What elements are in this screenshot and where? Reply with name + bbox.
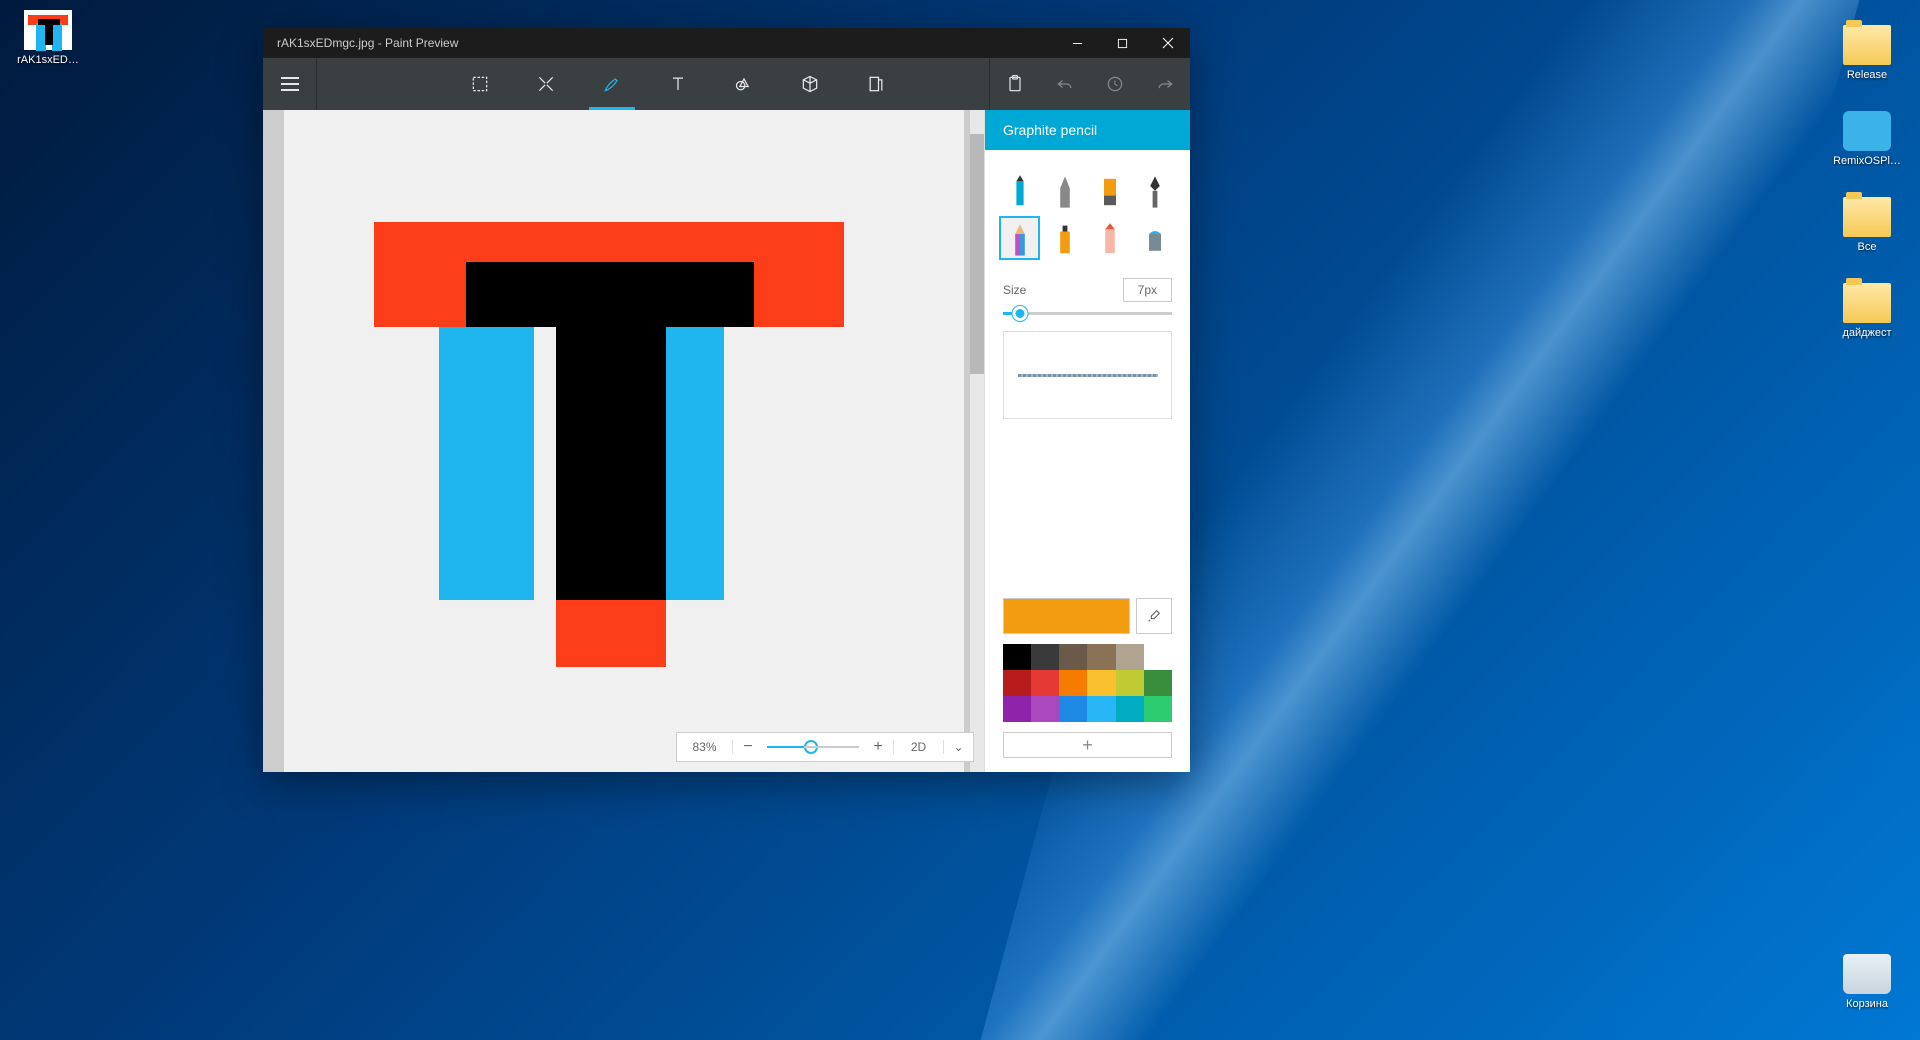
brush-eraser[interactable] xyxy=(1090,168,1131,212)
zoom-bar: 83% − + 2D ⌄ xyxy=(676,732,974,762)
desktop-file-label: rAK1sxED… xyxy=(17,54,79,66)
maximize-button[interactable] xyxy=(1100,28,1145,58)
palette-swatch[interactable] xyxy=(1059,696,1087,722)
size-label: Size xyxy=(1003,283,1123,297)
app-icon xyxy=(1843,111,1891,151)
tool-brush[interactable] xyxy=(579,58,645,110)
brush-grid xyxy=(985,150,1190,268)
artwork xyxy=(374,222,844,667)
tool-text[interactable] xyxy=(645,58,711,110)
eyedropper-button[interactable] xyxy=(1136,598,1172,634)
palette-swatch[interactable] xyxy=(1003,644,1031,670)
current-color-row xyxy=(985,598,1190,644)
window-controls xyxy=(1055,28,1190,58)
paste-button[interactable] xyxy=(990,58,1040,110)
color-palette xyxy=(1003,644,1172,722)
hamburger-icon xyxy=(281,83,299,85)
window-title: rAK1sxEDmgc.jpg - Paint Preview xyxy=(263,36,1055,50)
desktop-icon-release[interactable]: Release xyxy=(1829,25,1905,81)
brush-pencil[interactable] xyxy=(999,216,1040,260)
palette-swatch[interactable] xyxy=(1087,696,1115,722)
vertical-scrollbar[interactable] xyxy=(970,110,984,772)
zoom-value: 83% xyxy=(677,740,733,754)
palette-swatch[interactable] xyxy=(1144,644,1172,670)
titlebar[interactable]: rAK1sxEDmgc.jpg - Paint Preview xyxy=(263,28,1190,58)
thumbnail-icon xyxy=(24,10,72,50)
size-row: Size 7px xyxy=(985,268,1190,308)
palette-swatch[interactable] xyxy=(1031,696,1059,722)
redo-button[interactable] xyxy=(1140,58,1190,110)
palette-swatch[interactable] xyxy=(1116,670,1144,696)
palette-swatch[interactable] xyxy=(1087,670,1115,696)
desktop-icon-recyclebin[interactable]: Корзина xyxy=(1829,954,1905,1010)
preview-stroke xyxy=(1018,374,1158,377)
main-toolbar xyxy=(263,58,1190,110)
palette-swatch[interactable] xyxy=(1116,696,1144,722)
brush-marker[interactable] xyxy=(999,168,1040,212)
desktop-icon-digest[interactable]: дайджест xyxy=(1829,283,1905,339)
brush-calligraphy[interactable] xyxy=(1135,168,1176,212)
tool-select[interactable] xyxy=(447,58,513,110)
palette-swatch[interactable] xyxy=(1087,644,1115,670)
view-mode-dropdown[interactable]: ⌄ xyxy=(943,740,973,754)
palette-swatch[interactable] xyxy=(1003,696,1031,722)
palette-swatch[interactable] xyxy=(1144,670,1172,696)
panel-header: Graphite pencil xyxy=(985,110,1190,150)
close-button[interactable] xyxy=(1145,28,1190,58)
canvas-viewport[interactable] xyxy=(263,110,984,772)
menu-button[interactable] xyxy=(263,58,317,110)
zoom-in-button[interactable]: + xyxy=(863,738,893,756)
palette-swatch[interactable] xyxy=(1031,644,1059,670)
tool-3d[interactable] xyxy=(777,58,843,110)
current-color-swatch[interactable] xyxy=(1003,598,1130,634)
palette-swatch[interactable] xyxy=(1059,644,1087,670)
tool-stickers[interactable] xyxy=(843,58,909,110)
paint-preview-window: rAK1sxEDmgc.jpg - Paint Preview xyxy=(263,28,1190,772)
brush-spray[interactable] xyxy=(1044,216,1085,260)
canvas[interactable] xyxy=(284,110,964,772)
tool-shapes[interactable] xyxy=(711,58,777,110)
palette-swatch[interactable] xyxy=(1059,670,1087,696)
desktop-icons-right: Release RemixOSPl… Все дайджест xyxy=(1829,25,1905,339)
size-slider[interactable] xyxy=(985,308,1190,331)
tool-crop[interactable] xyxy=(513,58,579,110)
brush-panel: Graphite pencil Size 7px xyxy=(984,110,1190,772)
minimize-button[interactable] xyxy=(1055,28,1100,58)
brush-preview xyxy=(1003,331,1172,419)
palette-swatch[interactable] xyxy=(1144,696,1172,722)
undo-button[interactable] xyxy=(1040,58,1090,110)
canvas-area: 83% − + 2D ⌄ xyxy=(263,110,984,772)
desktop-icons-bottom: Корзина xyxy=(1829,954,1905,1010)
palette-swatch[interactable] xyxy=(1003,670,1031,696)
desktop-icon-remixos[interactable]: RemixOSPl… xyxy=(1829,111,1905,167)
add-color-button[interactable]: + xyxy=(1003,732,1172,758)
folder-icon xyxy=(1843,25,1891,65)
palette-swatch[interactable] xyxy=(1031,670,1059,696)
brush-crayon[interactable] xyxy=(1090,216,1131,260)
desktop-icon-vse[interactable]: Все xyxy=(1829,197,1905,253)
folder-icon xyxy=(1843,197,1891,237)
app-body: 83% − + 2D ⌄ Graphite pencil Size xyxy=(263,110,1190,772)
folder-icon xyxy=(1843,283,1891,323)
scrollbar-thumb[interactable] xyxy=(970,134,984,374)
brush-pen[interactable] xyxy=(1044,168,1085,212)
desktop-file-topleft[interactable]: rAK1sxED… xyxy=(10,10,86,66)
recyclebin-icon xyxy=(1843,954,1891,994)
view-mode: 2D xyxy=(893,740,943,754)
size-value[interactable]: 7px xyxy=(1123,278,1172,302)
history-button[interactable] xyxy=(1090,58,1140,110)
zoom-slider[interactable] xyxy=(763,746,863,748)
brush-fill[interactable] xyxy=(1135,216,1176,260)
zoom-out-button[interactable]: − xyxy=(733,738,763,756)
palette-swatch[interactable] xyxy=(1116,644,1144,670)
